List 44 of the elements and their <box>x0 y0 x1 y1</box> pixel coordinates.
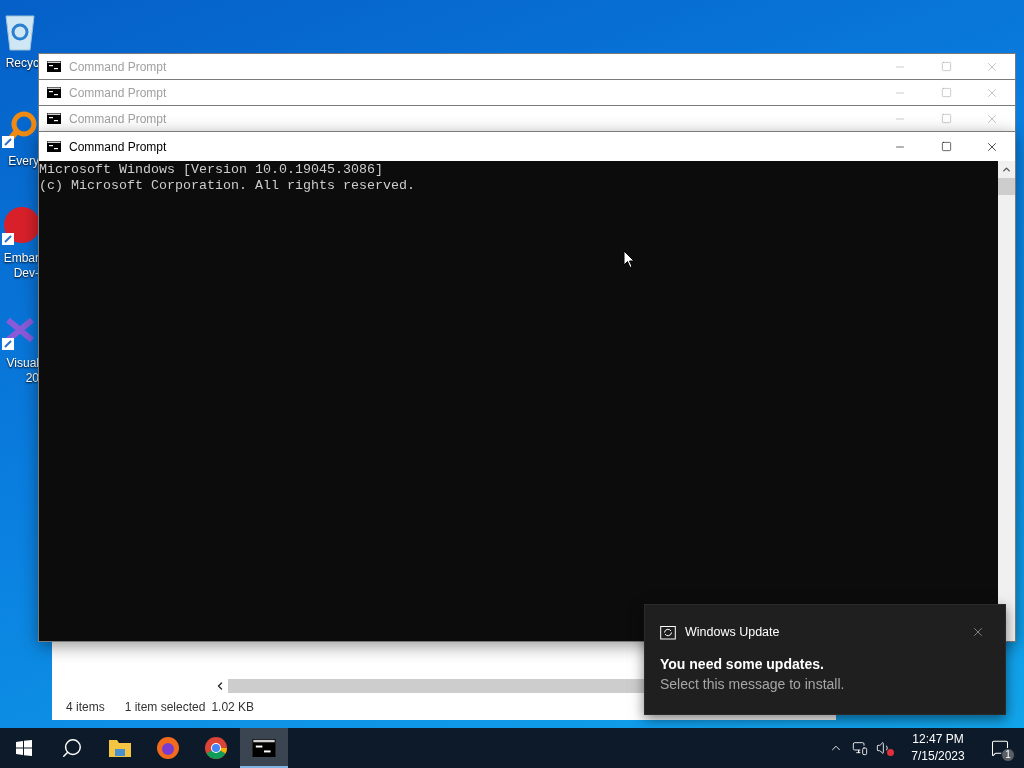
notification-message: Select this message to install. <box>660 675 846 694</box>
window-title: Command Prompt <box>69 110 167 128</box>
icon-label: Dev- <box>13 266 39 281</box>
message-icon <box>991 739 1009 757</box>
console-line: (c) Microsoft Corporation. All rights reserved. <box>39 178 416 194</box>
console-icon <box>47 113 61 124</box>
status-text: 1.02 KB <box>211 699 255 716</box>
window-title: Command Prompt <box>69 84 167 102</box>
windows-logo-icon <box>16 740 32 756</box>
maximize-icon <box>940 113 952 124</box>
chrome-ball-icon <box>204 736 228 760</box>
window-title: Command Prompt <box>69 58 167 76</box>
console-icon <box>47 61 61 72</box>
icon-label: Visual <box>6 356 39 371</box>
search-icon <box>61 737 83 759</box>
close-icon <box>971 625 985 639</box>
notification-app-name: Windows Update <box>685 623 780 641</box>
chevron-up-icon <box>1001 164 1012 175</box>
window-title: Command Prompt <box>69 138 167 156</box>
status-text: 1 item selected <box>124 699 206 716</box>
console-icon <box>47 141 61 152</box>
taskbar-app[interactable] <box>240 728 288 768</box>
notification-title: You need some updates. <box>660 655 825 674</box>
icon-label: 20 <box>25 371 39 386</box>
status-text: 4 items <box>66 699 105 716</box>
mouse-pointer-icon <box>623 250 635 269</box>
maximize-icon <box>940 141 952 152</box>
monitor-icon <box>852 740 868 756</box>
round-logo-icon[interactable] <box>0 205 40 247</box>
scrollbar-thumb[interactable] <box>998 178 1015 195</box>
action-center-button[interactable]: 1 <box>980 728 1020 768</box>
notification-count-badge: 1 <box>1001 748 1015 762</box>
icon-label: Recyc <box>5 56 39 71</box>
icon-label: Embar <box>3 251 39 266</box>
folder-icon <box>108 738 132 758</box>
clock[interactable]: 12:47 PM 7/15/2023 <box>896 728 980 768</box>
notification-toast[interactable]: Windows Update You need some updates. Select this message to install. <box>644 604 1006 715</box>
update-icon <box>660 624 676 640</box>
console-icon <box>252 739 276 757</box>
icon-label: Every <box>8 154 39 169</box>
maximize-icon <box>940 87 952 98</box>
console-icon <box>47 87 61 98</box>
console-line: Microsoft Windows [Version 10.0.19045.3086] <box>39 162 384 178</box>
maximize-icon <box>940 61 952 72</box>
